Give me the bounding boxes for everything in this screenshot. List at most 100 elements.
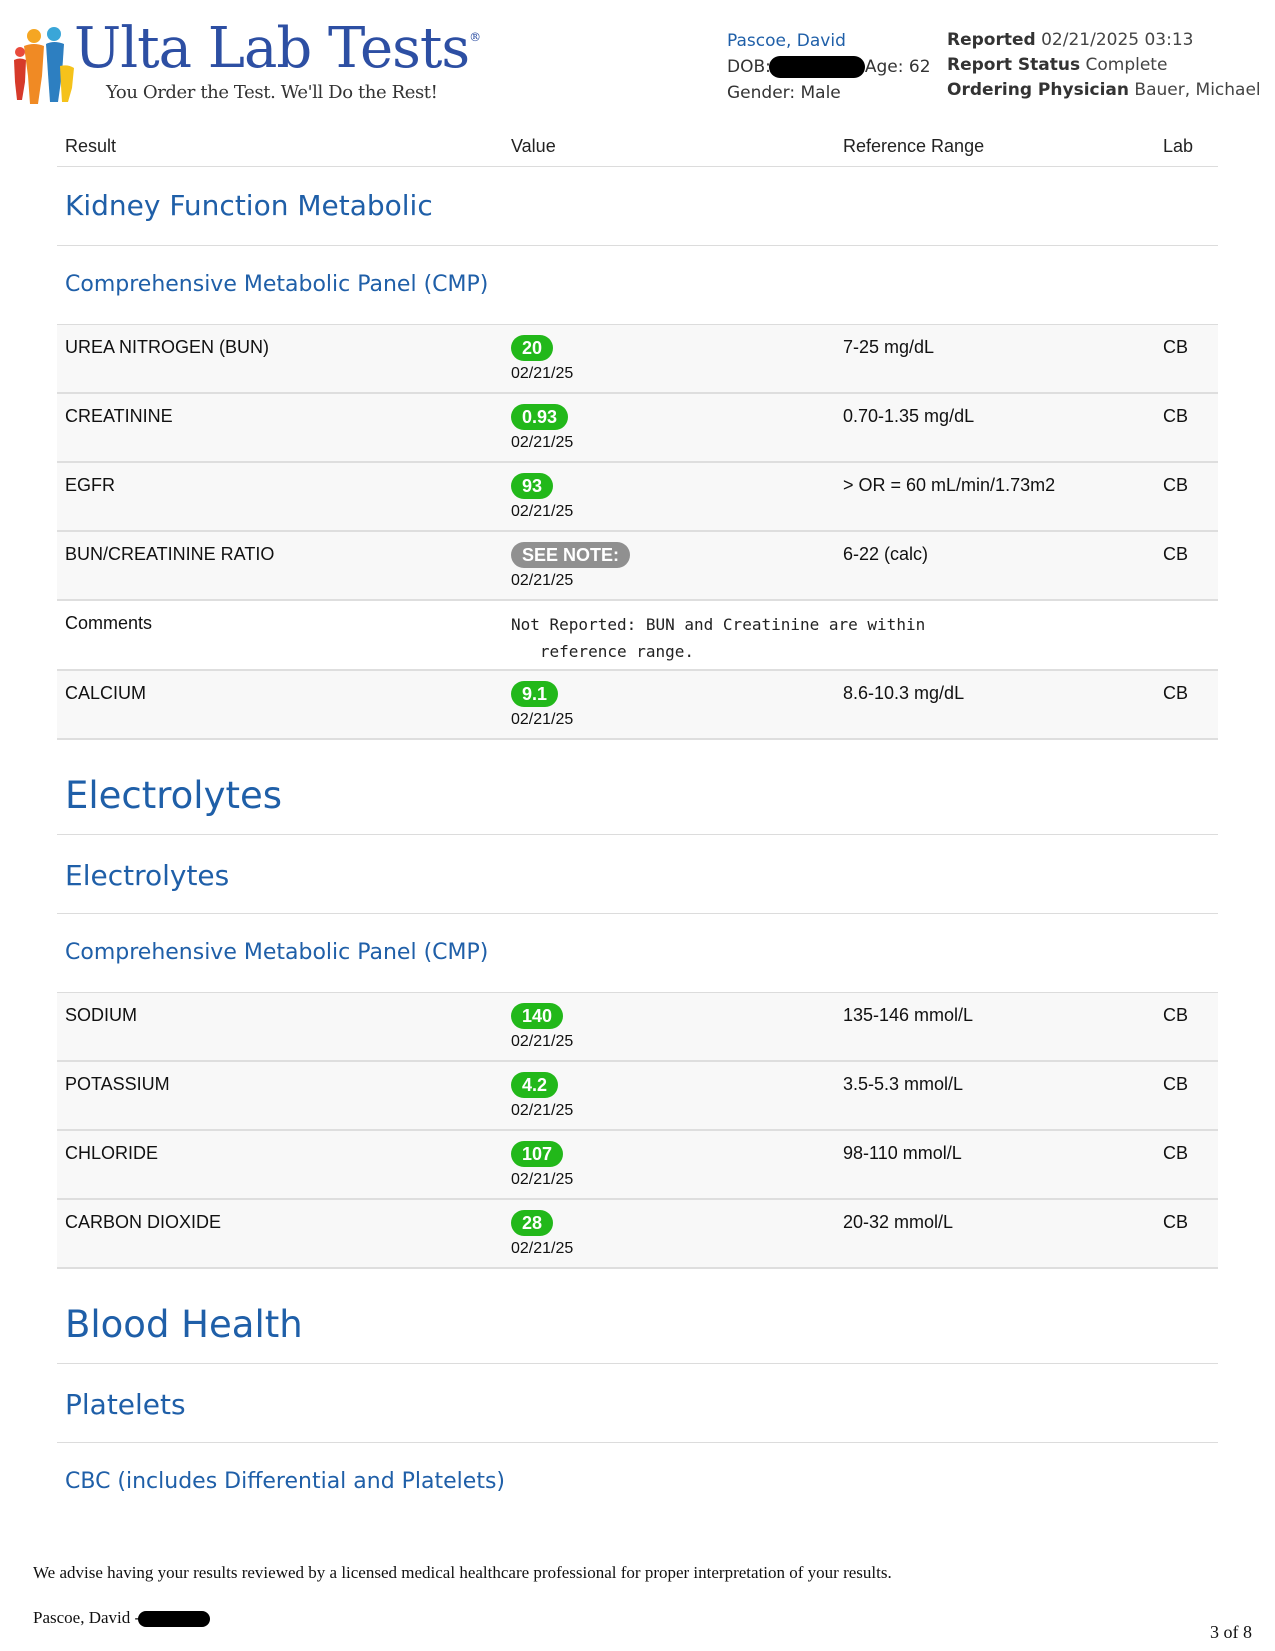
footer-patient: Pascoe, David - — [33, 1608, 211, 1628]
physician-line: Ordering Physician Bauer, Michael — [947, 78, 1261, 103]
redacted-id — [138, 1611, 211, 1628]
test-name: CHLORIDE — [65, 1143, 159, 1163]
test-value: 20 02/21/25 — [511, 335, 573, 383]
table-row: CHLORIDE 107 02/21/25 98-110 mmol/L CB — [57, 1131, 1218, 1200]
table-row: BUN/CREATININE RATIO SEE NOTE: 02/21/25 6… — [57, 532, 1218, 601]
lab-code: CB — [1163, 683, 1189, 703]
lab-code: CB — [1163, 475, 1189, 495]
section-electrolytes: Electrolytes — [57, 740, 1218, 835]
result-badge: 93 — [511, 473, 554, 499]
patient-name[interactable]: Pascoe, David — [727, 28, 931, 54]
col-range: Reference Range — [843, 136, 985, 156]
test-date: 02/21/25 — [511, 1102, 574, 1119]
physician-label: Ordering Physician — [947, 80, 1130, 100]
panel-title: CBC (includes Differential and Platelets… — [65, 1469, 505, 1494]
reference-range: 7-25 mg/dL — [843, 337, 935, 357]
section-title: Kidney Function Metabolic — [65, 189, 433, 222]
age-value: 62 — [908, 57, 931, 77]
result-badge: 0.93 — [511, 404, 569, 430]
report-info: Reported 02/21/2025 03:13 Report Status … — [947, 28, 1261, 103]
test-value: 28 02/21/25 — [511, 1210, 573, 1258]
test-date: 02/21/25 — [511, 434, 574, 451]
comment-row: Comments Not Reported: BUN and Creatinin… — [57, 601, 1218, 671]
test-name: CREATININE — [65, 406, 173, 426]
redacted-dob — [768, 56, 865, 78]
col-value: Value — [511, 136, 556, 156]
lab-code: CB — [1163, 337, 1189, 357]
reference-range: 6-22 (calc) — [843, 544, 929, 564]
gender-label: Gender: — [727, 83, 796, 103]
panel-cmp: Comprehensive Metabolic Panel (CMP) — [57, 914, 1218, 993]
page-number: 3 of 8 — [1210, 1622, 1252, 1642]
result-badge: 9.1 — [511, 681, 559, 707]
table-row: POTASSIUM 4.2 02/21/25 3.5-5.3 mmol/L CB — [57, 1062, 1218, 1131]
status-label: Report Status — [947, 55, 1081, 75]
patient-info: Pascoe, David DOB: Age: 62 Gender: Male — [727, 28, 931, 106]
col-result: Result — [65, 136, 117, 156]
test-date: 02/21/25 — [511, 1033, 574, 1050]
lab-code: CB — [1163, 1212, 1189, 1232]
test-value: 93 02/21/25 — [511, 473, 573, 521]
test-value: 107 02/21/25 — [511, 1141, 573, 1189]
physician-value: Bauer, Michael — [1134, 80, 1261, 100]
test-name: EGFR — [65, 475, 116, 495]
status-line: Report Status Complete — [947, 53, 1261, 78]
result-badge: 28 — [511, 1210, 554, 1236]
test-date: 02/21/25 — [511, 503, 574, 520]
brand-tagline: You Order the Test. We'll Do the Rest! — [106, 82, 438, 103]
test-name: UREA NITROGEN (BUN) — [65, 337, 270, 357]
panel-title: Comprehensive Metabolic Panel (CMP) — [65, 272, 489, 297]
reported-value: 02/21/2025 03:13 — [1041, 30, 1194, 50]
reference-range: > OR = 60 mL/min/1.73m2 — [843, 475, 1056, 495]
comment-text: Not Reported: BUN and Creatinine are wit… — [511, 615, 926, 661]
subsection-platelets: Platelets — [57, 1364, 1218, 1443]
reference-range: 8.6-10.3 mg/dL — [843, 683, 965, 703]
reference-range: 98-110 mmol/L — [843, 1143, 962, 1163]
dob-label: DOB: — [727, 57, 771, 77]
see-note-badge[interactable]: SEE NOTE: — [511, 542, 631, 568]
subsection-title: Platelets — [65, 1388, 186, 1421]
panel-cmp: Comprehensive Metabolic Panel (CMP) — [57, 246, 1218, 325]
result-badge: 4.2 — [511, 1072, 559, 1098]
result-badge: 20 — [511, 335, 554, 361]
lab-code: CB — [1163, 1074, 1189, 1094]
reference-range: 135-146 mmol/L — [843, 1005, 974, 1025]
table-row: SODIUM 140 02/21/25 135-146 mmol/L CB — [57, 993, 1218, 1062]
table-row: CARBON DIOXIDE 28 02/21/25 20-32 mmol/L C… — [57, 1200, 1218, 1269]
test-date: 02/21/25 — [511, 1171, 574, 1188]
result-badge: 140 — [511, 1003, 564, 1029]
table-header: Result Value Reference Range Lab — [57, 130, 1218, 167]
comment-label: Comments — [65, 613, 153, 633]
result-badge: 107 — [511, 1141, 564, 1167]
lab-code: CB — [1163, 544, 1189, 564]
gender-value: Male — [800, 83, 841, 103]
patient-gender: Gender: Male — [727, 80, 931, 106]
section-kidney: Kidney Function Metabolic — [57, 167, 1218, 246]
test-value: 4.2 02/21/25 — [511, 1072, 573, 1120]
disclaimer-text: We advise having your results reviewed b… — [33, 1563, 892, 1582]
test-name: BUN/CREATININE RATIO — [65, 544, 275, 564]
footer-patient-name: Pascoe, David - — [33, 1608, 141, 1627]
test-name: SODIUM — [65, 1005, 137, 1025]
test-date: 02/21/25 — [511, 711, 574, 728]
reference-range: 20-32 mmol/L — [843, 1212, 954, 1232]
results-table: Result Value Reference Range Lab Kidney … — [57, 130, 1218, 1521]
lab-code: CB — [1163, 1143, 1189, 1163]
test-date: 02/21/25 — [511, 1240, 574, 1257]
section-title: Blood Health — [65, 1303, 303, 1346]
col-lab: Lab — [1163, 136, 1194, 156]
test-date: 02/21/25 — [511, 572, 574, 589]
panel-cbc: CBC (includes Differential and Platelets… — [57, 1443, 1218, 1521]
subsection-electrolytes: Electrolytes — [57, 835, 1218, 914]
lab-code: CB — [1163, 1005, 1189, 1025]
test-name: POTASSIUM — [65, 1074, 170, 1094]
test-name: CALCIUM — [65, 683, 147, 703]
test-value: 140 02/21/25 — [511, 1003, 573, 1051]
brand-title: Ulta Lab Tests® — [74, 16, 481, 81]
test-value: 0.93 02/21/25 — [511, 404, 573, 452]
test-name: CARBON DIOXIDE — [65, 1212, 222, 1232]
reported-label: Reported — [947, 30, 1036, 50]
brand-logo: Ulta Lab Tests® You Order the Test. We'l… — [12, 16, 481, 108]
subsection-title: Electrolytes — [65, 859, 230, 892]
table-row: CALCIUM 9.1 02/21/25 8.6-10.3 mg/dL CB — [57, 671, 1218, 740]
